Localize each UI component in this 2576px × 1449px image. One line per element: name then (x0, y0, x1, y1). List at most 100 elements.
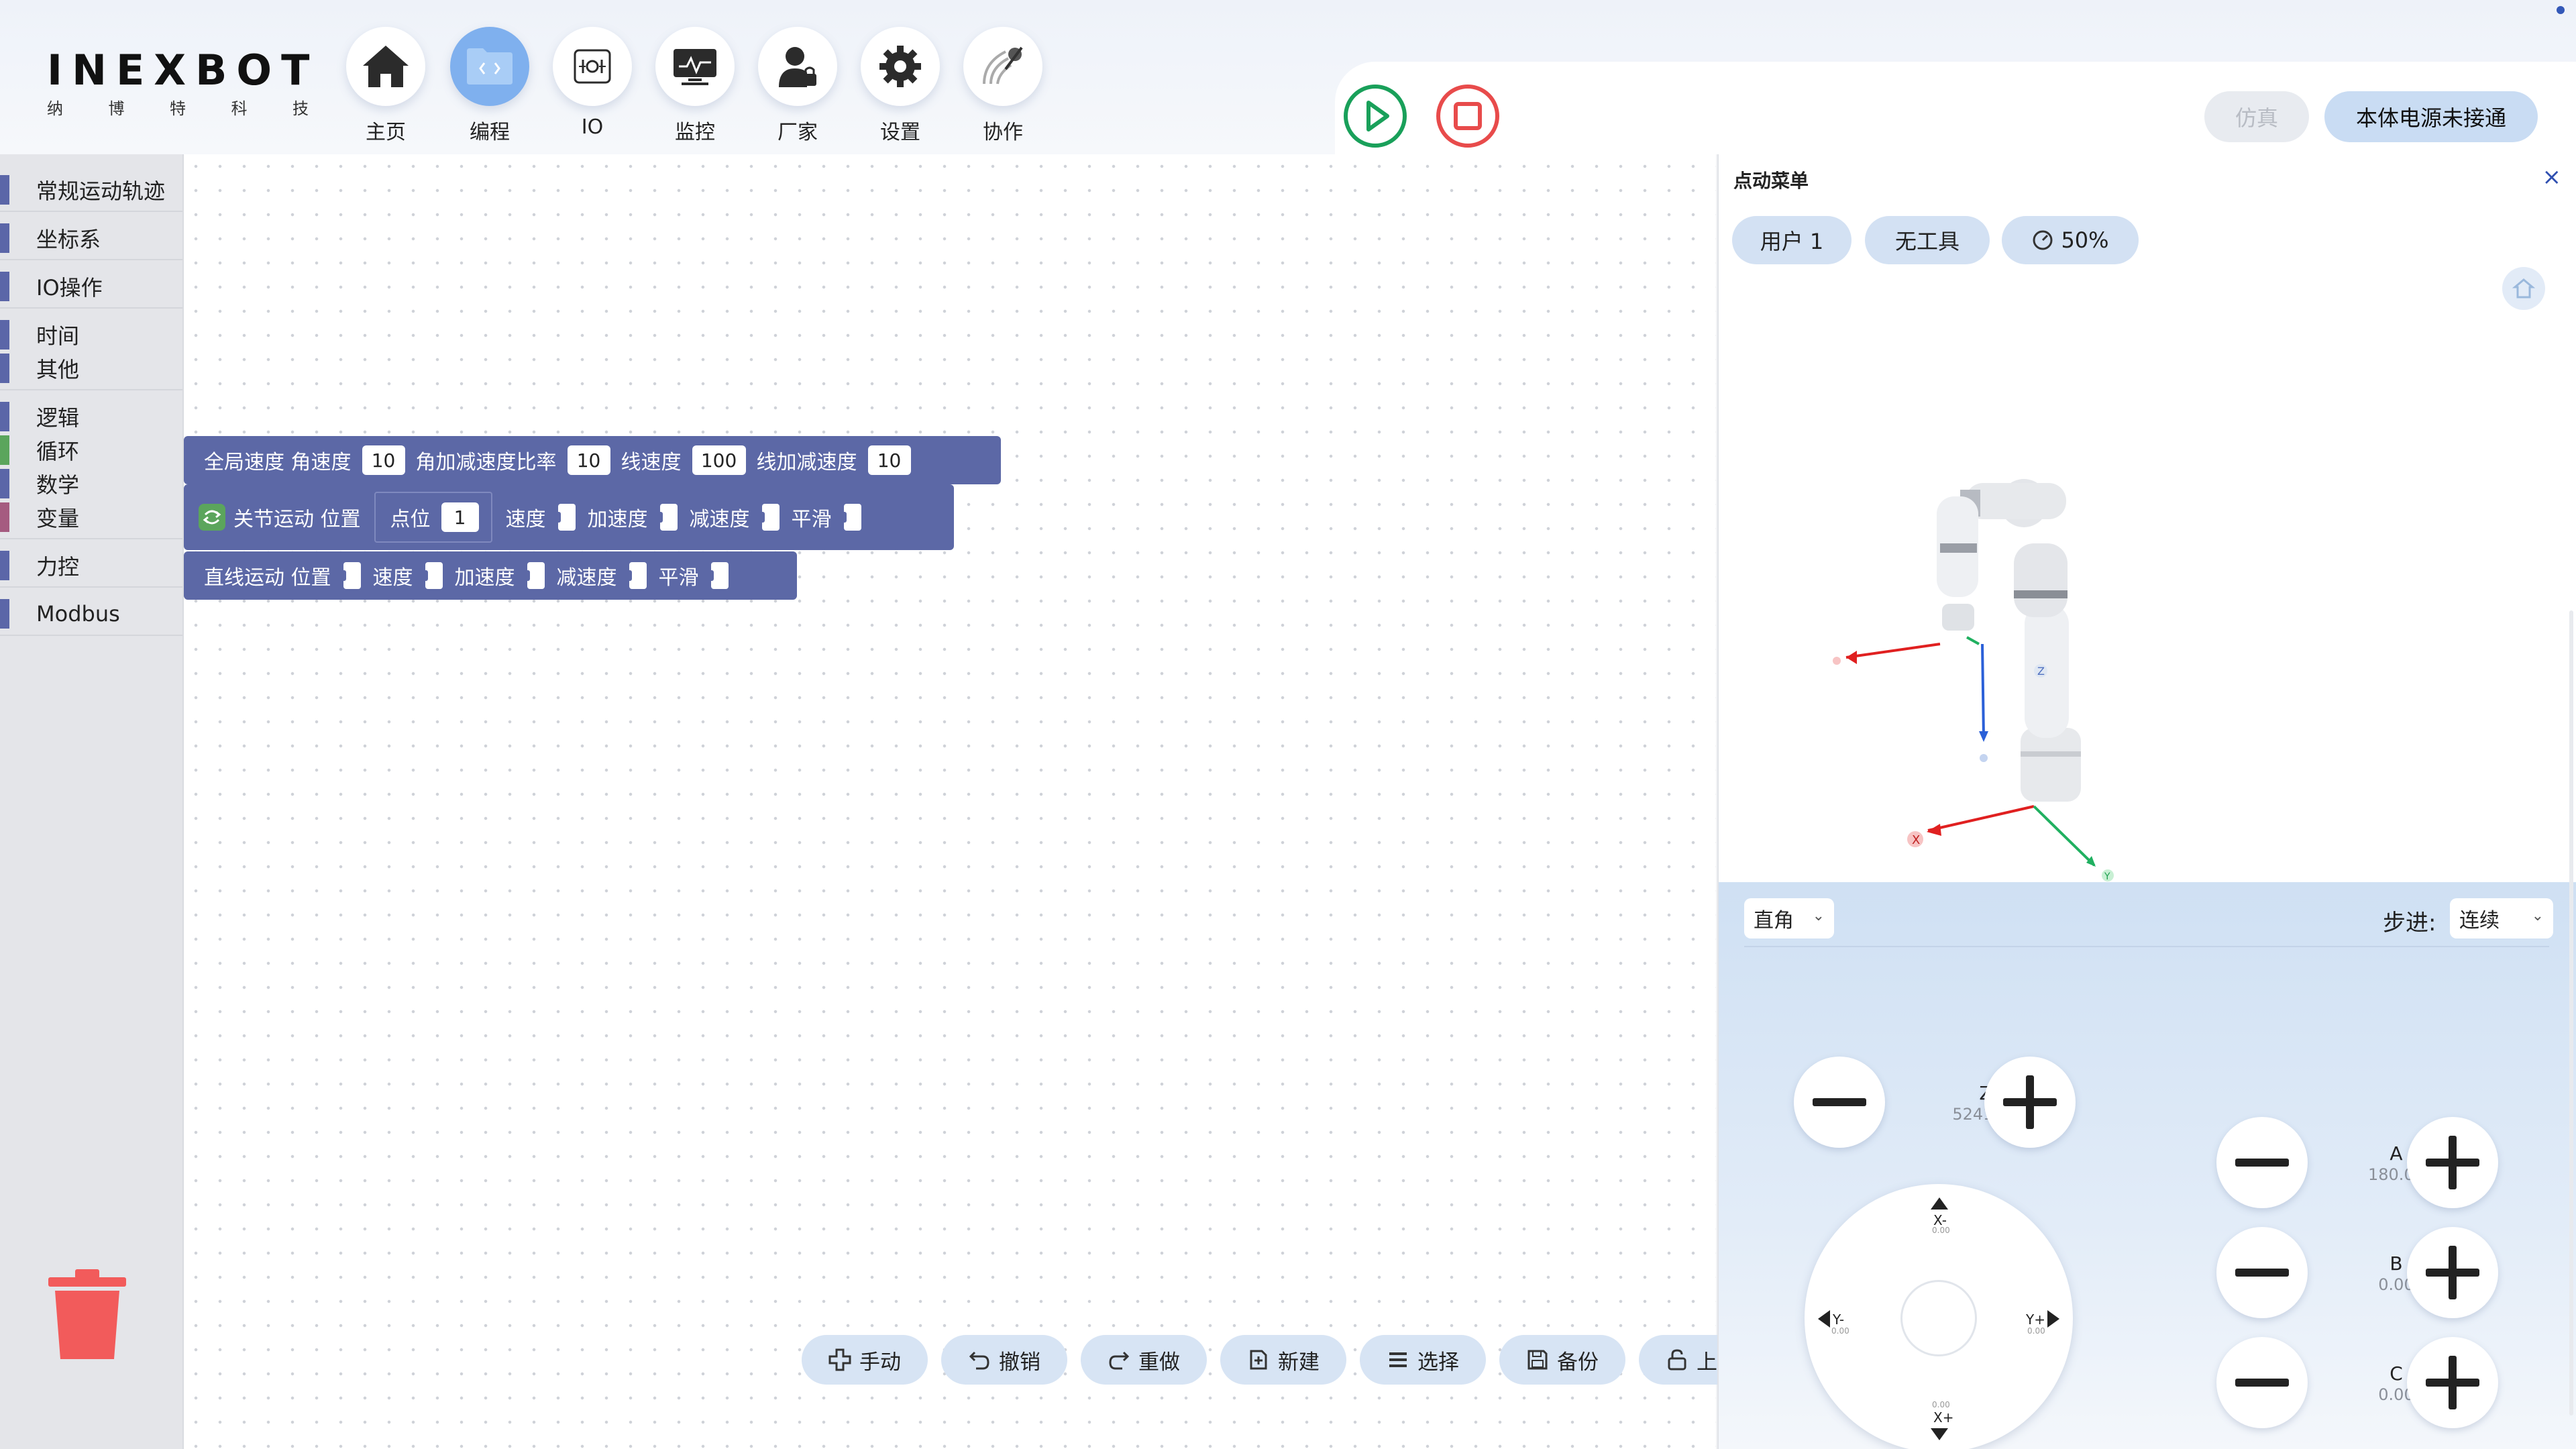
play-button[interactable] (1343, 84, 1407, 148)
tool-chip[interactable]: 无工具 (1865, 216, 1990, 264)
arrow-right-icon[interactable] (2046, 1309, 2061, 1329)
dec-socket[interactable] (756, 504, 780, 531)
home-icon (363, 46, 409, 87)
trash-icon[interactable] (46, 1268, 129, 1362)
category-io[interactable]: IO操作 (0, 270, 182, 303)
manual-icon (828, 1348, 851, 1371)
minus-icon (2235, 1159, 2289, 1167)
category-label: 力控 (36, 554, 80, 580)
acc-socket[interactable] (654, 504, 678, 531)
collaboration-icon (983, 46, 1023, 85)
brand-logo: INEXBOT 纳 博 特 科 技 (47, 47, 322, 119)
nav-io[interactable]: IO (549, 27, 636, 139)
speed-chip[interactable]: 50% (2002, 216, 2139, 264)
user-frame-chip[interactable]: 用户 1 (1732, 216, 1851, 264)
a-plus-button[interactable] (2407, 1117, 2498, 1208)
nav-monitor[interactable]: 监控 (651, 27, 739, 145)
step-mode-value: 连续 (2459, 909, 2500, 932)
arrow-down-icon[interactable] (1929, 1427, 1949, 1442)
nav-collaboration[interactable]: 协作 (959, 27, 1046, 145)
redo-button[interactable]: 重做 (1081, 1335, 1207, 1385)
backup-button[interactable]: 备份 (1499, 1335, 1625, 1385)
nav-settings-button[interactable] (861, 27, 940, 106)
nav-programming[interactable]: 编程 (446, 27, 533, 145)
speed-socket[interactable] (419, 562, 443, 589)
c-plus-button[interactable] (2407, 1337, 2498, 1428)
category-loop[interactable]: 循环 (0, 433, 182, 467)
category-label: 常规运动轨迹 (36, 178, 166, 204)
top-header: INEXBOT 纳 博 特 科 技 主页 编程 IO 监控 厂家 设置 协作 仿… (0, 0, 2576, 154)
nav-programming-button[interactable] (450, 27, 529, 106)
category-time[interactable]: 时间 (0, 318, 182, 352)
brand-sub-char: 科 (231, 99, 248, 118)
category-label: 循环 (36, 439, 80, 464)
panel-scrollbar[interactable] (2569, 610, 2573, 1415)
brand-sub-char: 技 (292, 99, 309, 118)
view-axis-y-label: Y (2104, 871, 2110, 882)
smooth-socket[interactable] (838, 504, 861, 531)
toolbar-label: 重做 (1138, 1350, 1180, 1375)
nav-io-button[interactable] (553, 27, 632, 106)
angular-speed-input[interactable]: 10 (362, 445, 405, 475)
category-force[interactable]: 力控 (0, 549, 182, 582)
point-block[interactable]: 点位 1 (374, 492, 492, 543)
block-label: 点位 (390, 508, 431, 531)
nav-home[interactable]: 主页 (342, 27, 429, 145)
category-color-bar (0, 435, 9, 465)
nav-home-button[interactable] (346, 27, 425, 106)
nav-manufacturer[interactable]: 厂家 (754, 27, 841, 145)
arrow-up-icon[interactable] (1929, 1196, 1949, 1211)
linear-move-block[interactable]: 直线运动 位置 速度 加速度 减速度 平滑 (184, 551, 797, 600)
z-minus-button[interactable] (1794, 1057, 1885, 1148)
joint-move-block[interactable]: 关节运动 位置 点位 1 速度 加速度 减速度 平滑 (184, 484, 954, 550)
simulate-button[interactable]: 仿真 (2204, 91, 2309, 142)
nav-monitor-button[interactable] (655, 27, 735, 106)
category-math[interactable]: 数学 (0, 467, 182, 500)
home-view-button[interactable] (2502, 267, 2545, 310)
nav-label: 编程 (470, 121, 510, 144)
new-button[interactable]: 新建 (1220, 1335, 1346, 1385)
category-color-bar (0, 272, 9, 301)
lock-button[interactable]: 上锁 (1639, 1335, 1717, 1385)
nav-collaboration-button[interactable] (963, 27, 1042, 106)
line-acc-input[interactable]: 10 (867, 445, 911, 475)
close-icon[interactable]: × (2542, 164, 2562, 191)
speed-socket[interactable] (552, 504, 576, 531)
c-minus-button[interactable] (2216, 1337, 2308, 1428)
coord-mode-select[interactable]: 直角 ⌄ (1744, 898, 1834, 938)
acc-socket[interactable] (521, 562, 545, 589)
smooth-socket[interactable] (705, 562, 729, 589)
block-label: 线加减速度 (756, 451, 857, 474)
program-workspace[interactable]: 全局速度 角速度 10 角加减速度比率 10 线速度 100 线加减速度 10 … (182, 154, 1716, 1449)
power-status-button[interactable]: 本体电源未接通 (2324, 91, 2538, 142)
global-speed-block[interactable]: 全局速度 角速度 10 角加减速度比率 10 线速度 100 线加减速度 10 (184, 436, 1001, 484)
manual-button[interactable]: 手动 (802, 1335, 928, 1385)
angular-acc-ratio-input[interactable]: 10 (567, 445, 610, 475)
line-speed-input[interactable]: 100 (692, 445, 746, 475)
step-mode-select[interactable]: 连续 ⌄ (2450, 898, 2553, 938)
z-plus-button[interactable] (1984, 1057, 2076, 1148)
select-button[interactable]: 选择 (1360, 1335, 1486, 1385)
stop-button[interactable] (1436, 84, 1500, 148)
category-motion[interactable]: 常规运动轨迹 (0, 173, 182, 207)
point-input[interactable]: 1 (441, 502, 479, 532)
position-socket[interactable] (337, 562, 361, 589)
b-minus-button[interactable] (2216, 1227, 2308, 1318)
nav-manufacturer-button[interactable] (758, 27, 837, 106)
dec-socket[interactable] (623, 562, 647, 589)
robot-3d-view[interactable]: X Y Z (1719, 322, 2576, 882)
toolbar-label: 手动 (859, 1350, 901, 1375)
nav-settings[interactable]: 设置 (857, 27, 944, 145)
category-other[interactable]: 其他 (0, 352, 182, 385)
b-plus-button[interactable] (2407, 1227, 2498, 1318)
category-coordinate[interactable]: 坐标系 (0, 221, 182, 255)
arrow-left-icon[interactable] (1817, 1309, 1831, 1329)
xy-jog-wheel[interactable]: X- 0.00 0.00 X+ Y- 0.00 Y+ 0.00 (1805, 1184, 2073, 1449)
category-variable[interactable]: 变量 (0, 500, 182, 534)
undo-button[interactable]: 撤销 (941, 1335, 1067, 1385)
speedometer-icon (2033, 230, 2053, 250)
category-logic[interactable]: 逻辑 (0, 400, 182, 433)
category-modbus[interactable]: Modbus (0, 597, 182, 631)
a-minus-button[interactable] (2216, 1117, 2308, 1208)
y-plus-label: Y+ (2026, 1311, 2045, 1328)
